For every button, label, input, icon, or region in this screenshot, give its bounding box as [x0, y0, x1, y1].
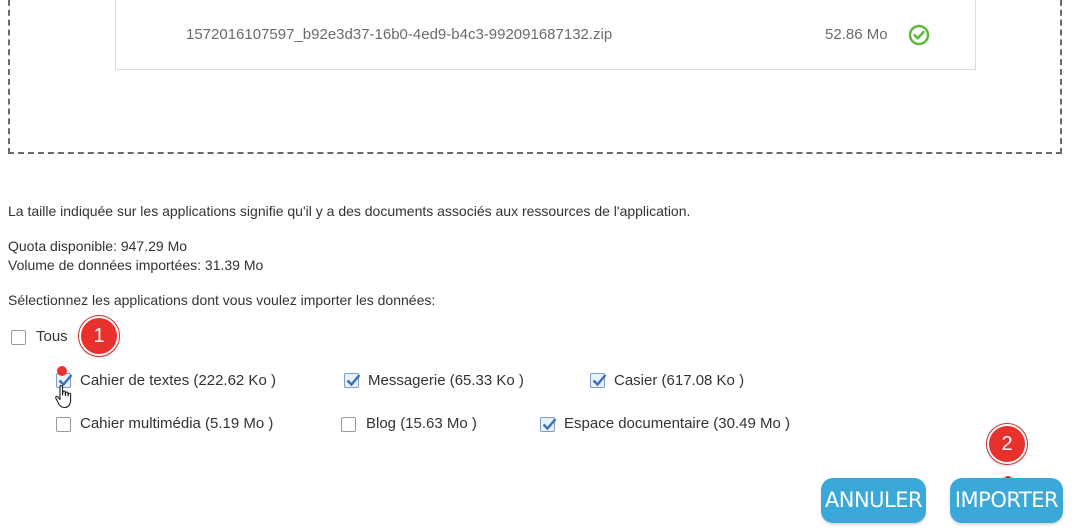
checkbox-cahier-multimedia[interactable]	[56, 417, 71, 432]
check-circle-icon	[908, 24, 930, 46]
checkbox-blog[interactable]	[341, 417, 356, 432]
imported-volume-text: Volume de données importées: 31.39 Mo	[8, 257, 264, 273]
app-label-blog[interactable]: Blog (15.63 Mo )	[366, 415, 477, 432]
import-button[interactable]: IMPORTER	[950, 478, 1063, 523]
checkmark-icon	[592, 374, 607, 387]
step-1-marker: 1	[79, 316, 119, 356]
cancel-button[interactable]: ANNULER	[821, 478, 926, 523]
quota-text: Quota disponible: 947.29 Mo	[8, 238, 188, 254]
select-all-checkbox[interactable]	[11, 330, 26, 345]
file-drop-zone[interactable]: 1572016107597_b92e3d37-16b0-4ed9-b4c3-99…	[8, 0, 1062, 154]
checkmark-icon	[346, 374, 361, 387]
checkbox-espace-documentaire[interactable]	[540, 417, 557, 432]
checkmark-icon	[542, 418, 557, 431]
app-label-cahier-de-textes[interactable]: Cahier de textes (222.62 Ko )	[80, 372, 276, 389]
app-label-messagerie[interactable]: Messagerie (65.33 Ko )	[368, 372, 524, 389]
file-size: 52.86 Mo	[825, 26, 888, 43]
app-label-cahier-multimedia[interactable]: Cahier multimédia (5.19 Mo )	[80, 415, 273, 432]
app-label-casier[interactable]: Casier (617.08 Ko )	[614, 372, 744, 389]
checkbox-messagerie[interactable]	[344, 373, 361, 388]
app-label-espace-documentaire[interactable]: Espace documentaire (30.49 Mo )	[564, 415, 790, 432]
size-info-text: La taille indiquée sur les applications …	[8, 203, 691, 219]
select-prompt-text: Sélectionnez les applications dont vous …	[8, 292, 436, 308]
hand-cursor-icon	[55, 384, 72, 409]
uploaded-file-row: 1572016107597_b92e3d37-16b0-4ed9-b4c3-99…	[115, 0, 976, 70]
checkbox-casier[interactable]	[590, 373, 607, 388]
file-name: 1572016107597_b92e3d37-16b0-4ed9-b4c3-99…	[186, 26, 613, 43]
step-2-marker: 2	[987, 424, 1027, 464]
step-1-pointer-dot	[57, 366, 67, 376]
select-all-label[interactable]: Tous	[36, 328, 68, 345]
